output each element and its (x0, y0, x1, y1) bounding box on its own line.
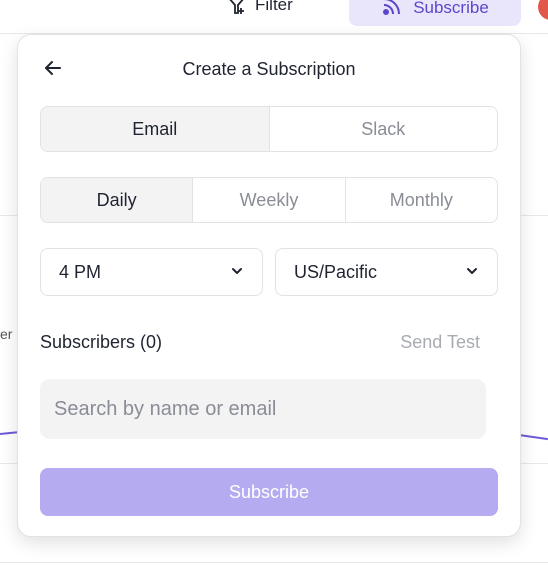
page-divider (0, 215, 18, 216)
subscribe-header-label: Subscribe (413, 0, 489, 17)
timezone-select[interactable]: US/Pacific (275, 248, 498, 296)
frequency-tabs: Daily Weekly Monthly (40, 177, 498, 223)
filter-button[interactable]: Filter (225, 0, 293, 18)
timezone-select-value: US/Pacific (294, 261, 378, 282)
create-subscription-popover: Create a Subscription Email Slack Daily … (17, 34, 521, 537)
subscribe-button[interactable]: Subscribe (40, 468, 498, 516)
chevron-down-icon (465, 262, 479, 283)
time-select[interactable]: 4 PM (40, 248, 263, 296)
tab-monthly[interactable]: Monthly (344, 178, 497, 222)
popover-title: Create a Subscription (182, 59, 356, 79)
page-divider (0, 463, 18, 464)
popover-header: Create a Subscription (18, 57, 520, 83)
chevron-down-icon (230, 262, 244, 283)
subscribers-label: Subscribers (0) (40, 331, 163, 352)
subscribe-header-button[interactable]: Subscribe (349, 0, 521, 26)
tab-slack[interactable]: Slack (268, 107, 497, 151)
send-test-button[interactable]: Send Test (400, 332, 480, 353)
channel-tabs: Email Slack (40, 106, 498, 152)
tab-weekly[interactable]: Weekly (192, 178, 345, 222)
filter-label: Filter (255, 0, 293, 14)
filter-icon (225, 0, 247, 16)
subscriber-search-input[interactable] (40, 379, 486, 439)
rss-icon (381, 0, 403, 22)
page-divider (518, 463, 548, 464)
page-divider (0, 562, 548, 563)
subscribers-row: Subscribers (0) Send Test (40, 330, 480, 354)
page-divider (518, 215, 548, 216)
background-chart-label: er (0, 326, 13, 342)
tab-email[interactable]: Email (41, 107, 269, 151)
background-chart-line (518, 433, 548, 441)
time-select-value: 4 PM (59, 261, 102, 282)
avatar[interactable] (538, 0, 548, 20)
tab-daily[interactable]: Daily (41, 178, 193, 222)
